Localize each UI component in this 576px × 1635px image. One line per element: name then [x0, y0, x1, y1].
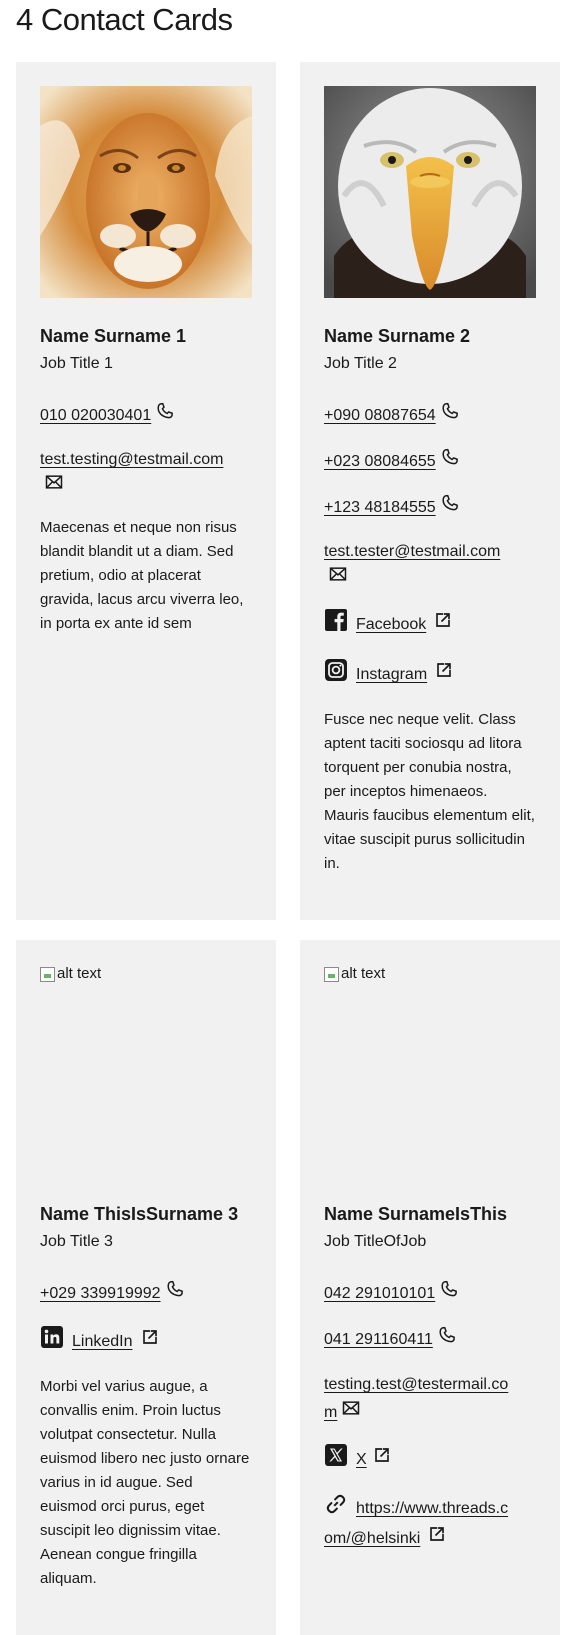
job-title: Job TitleOfJob [324, 1233, 427, 1250]
phone-link[interactable]: 010 020030401 [40, 407, 151, 424]
broken-image: alt text [324, 964, 536, 1176]
social-row: Facebook [324, 608, 536, 642]
phone-link[interactable]: +090 08087654 [324, 407, 436, 424]
phone-row: 042 291010101 [324, 1279, 536, 1309]
contact-name: Name Surname 2 [324, 326, 471, 346]
external-link-icon [428, 1525, 446, 1553]
phone-icon [165, 1279, 185, 1309]
phone-icon [437, 1325, 457, 1355]
broken-image-icon [40, 966, 55, 982]
email-row: test.tester@testmail.com [324, 539, 536, 592]
job-title: Job Title 3 [40, 1233, 113, 1250]
phone-row: 010 020030401 [40, 401, 252, 431]
email-row: test.testing@testmail.com [40, 447, 252, 500]
linkedin-icon [40, 1325, 64, 1359]
external-link-icon [141, 1328, 159, 1356]
social-row: LinkedIn [40, 1325, 252, 1359]
social-row: https://www.threads.c om/@helsinki [324, 1493, 536, 1553]
phone-row: +023 08084655 [324, 447, 536, 477]
contact-name: Name SurnameIsThis [324, 1204, 508, 1224]
mail-icon [44, 473, 64, 500]
contact-description: Morbi vel varius augue, a convallis enim… [40, 1378, 250, 1587]
x-link[interactable]: X [356, 1451, 367, 1468]
phone-icon [155, 401, 175, 431]
contact-card: Name Surname 2 Job Title 2 +090 08087654… [300, 62, 560, 920]
phone-link[interactable]: +029 339919992 [40, 1285, 161, 1302]
job-title: Job Title 1 [40, 355, 113, 372]
contact-name: Name ThisIsSurname 3 [40, 1204, 239, 1224]
phone-row: +029 339919992 [40, 1279, 252, 1309]
contact-card: Name Surname 1 Job Title 1 010 020030401… [16, 62, 276, 920]
lion-photo [40, 86, 252, 298]
phone-link[interactable]: +023 08084655 [324, 453, 436, 470]
link-icon [324, 1493, 348, 1525]
contact-description: Fusce nec neque velit. Class aptent taci… [324, 711, 535, 872]
phone-row: +090 08087654 [324, 401, 536, 431]
contact-description: Maecenas et neque non risus blandit blan… [40, 519, 244, 632]
facebook-link[interactable]: Facebook [356, 616, 426, 633]
x-icon [324, 1443, 348, 1477]
linkedin-link[interactable]: LinkedIn [72, 1333, 133, 1350]
broken-image-alt: alt text [324, 964, 385, 984]
email-link[interactable]: test.testing@testmail.com [40, 451, 223, 468]
phone-row: +123 48184555 [324, 493, 536, 523]
phone-icon [440, 401, 460, 431]
page-title: 4 Contact Cards [16, 2, 233, 37]
broken-image-icon [324, 966, 339, 982]
broken-image-alt: alt text [40, 964, 101, 984]
social-row: Instagram [324, 658, 536, 692]
phone-link[interactable]: 042 291010101 [324, 1285, 435, 1302]
contact-card: alt text Name SurnameIsThis Job TitleOfJ… [300, 940, 560, 1635]
mail-icon [328, 565, 348, 592]
phone-link[interactable]: 041 291160411 [324, 1331, 433, 1348]
instagram-icon [324, 658, 348, 692]
external-link-icon [434, 611, 452, 639]
email-row: testing.test@testermail.co m [324, 1371, 536, 1427]
job-title: Job Title 2 [324, 355, 397, 372]
phone-icon [440, 447, 460, 477]
phone-link[interactable]: +123 48184555 [324, 499, 436, 516]
contact-card: alt text Name ThisIsSurname 3 Job Title … [16, 940, 276, 1635]
eagle-photo [324, 86, 536, 298]
instagram-link[interactable]: Instagram [356, 666, 427, 683]
external-link-icon [435, 661, 453, 689]
threads-link[interactable]: https://www.threads.c om/@helsinki [324, 1500, 508, 1547]
email-link[interactable]: test.tester@testmail.com [324, 543, 500, 560]
phone-icon [439, 1279, 459, 1309]
broken-image: alt text [40, 964, 252, 1176]
contact-name: Name Surname 1 [40, 326, 187, 346]
social-row: X [324, 1443, 536, 1477]
external-link-icon [373, 1446, 391, 1474]
mail-icon [341, 1399, 361, 1427]
phone-icon [440, 493, 460, 523]
phone-row: 041 291160411 [324, 1325, 536, 1355]
facebook-icon [324, 608, 348, 642]
